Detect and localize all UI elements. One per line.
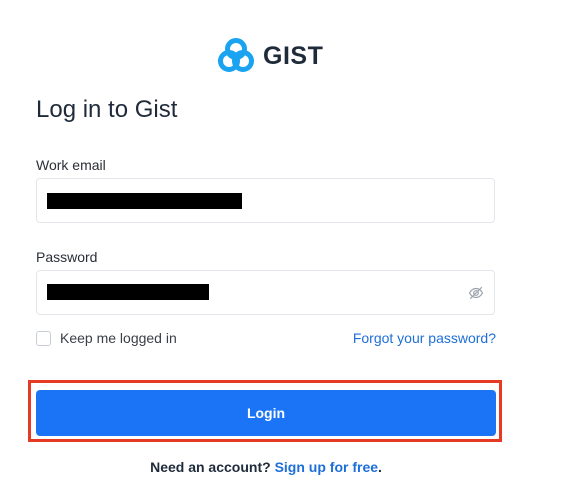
email-field[interactable]: [36, 178, 495, 223]
signup-link[interactable]: Sign up for free: [275, 459, 378, 475]
password-label: Password: [36, 249, 98, 265]
password-field[interactable]: [36, 270, 495, 315]
email-label: Work email: [36, 157, 106, 173]
redacted-email-value: [47, 193, 242, 209]
brand-name: GIST: [263, 41, 324, 70]
forgot-password-link[interactable]: Forgot your password?: [353, 330, 496, 346]
redacted-password-value: [47, 284, 209, 300]
keep-logged-in-label[interactable]: Keep me logged in: [60, 330, 177, 346]
signup-prompt: Need an account? Sign up for free.: [0, 459, 532, 475]
gist-logo-icon: [218, 38, 254, 72]
login-page: GIST Log in to Gist Work email Password …: [0, 0, 583, 502]
signup-prompt-text: Need an account?: [150, 459, 271, 475]
brand: GIST: [218, 38, 323, 74]
eye-off-icon[interactable]: [468, 285, 484, 301]
signup-suffix: .: [378, 459, 382, 475]
login-button[interactable]: Login: [36, 390, 496, 436]
keep-logged-in-checkbox[interactable]: [36, 331, 51, 346]
page-title: Log in to Gist: [36, 96, 178, 123]
